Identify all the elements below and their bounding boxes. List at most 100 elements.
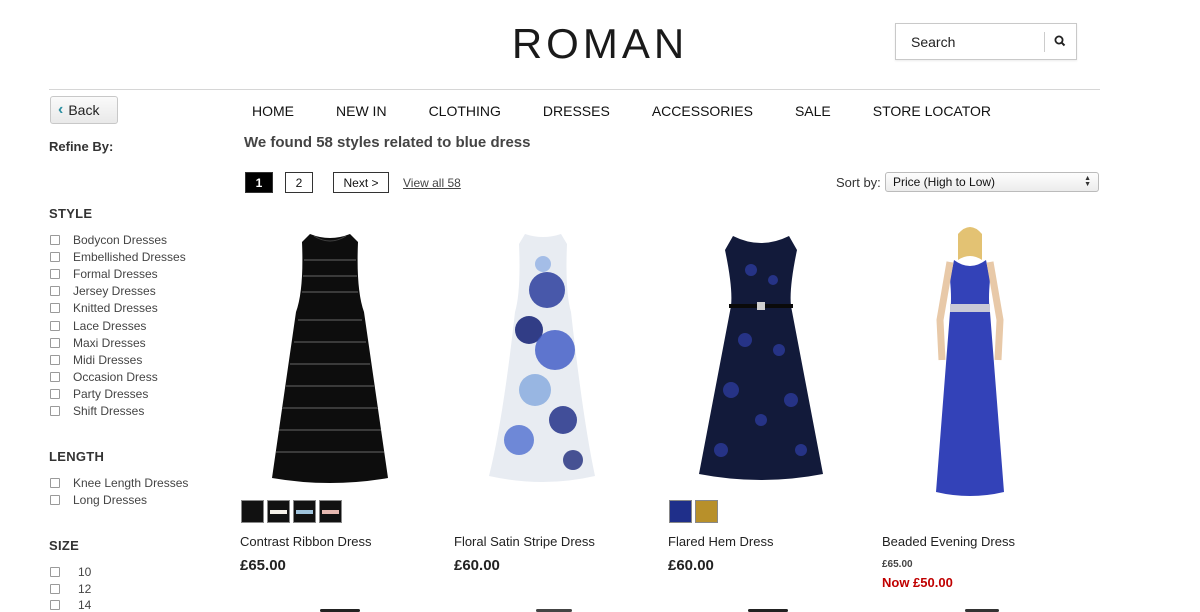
product-image[interactable] — [443, 220, 643, 500]
checkbox[interactable] — [50, 372, 60, 383]
filter-option-label: Occasion Dress — [73, 370, 158, 385]
product-price: £65.00 — [240, 557, 286, 574]
checkbox[interactable] — [50, 567, 60, 578]
checkbox[interactable] — [50, 234, 60, 245]
filter-option[interactable]: Occasion Dress — [50, 369, 186, 386]
filter-option-label: Knitted Dresses — [73, 301, 158, 316]
checkbox[interactable] — [50, 251, 60, 262]
color-swatches — [669, 500, 721, 523]
filter-option[interactable]: Party Dresses — [50, 386, 186, 403]
filter-option[interactable]: Bodycon Dresses — [50, 231, 186, 248]
back-label: Back — [68, 102, 100, 118]
checkbox[interactable] — [50, 583, 60, 594]
filter-style-title: STYLE — [49, 206, 93, 221]
filter-option[interactable]: Formal Dresses — [50, 265, 186, 282]
filter-option[interactable]: Shift Dresses — [50, 403, 186, 420]
product-name[interactable]: Beaded Evening Dress — [882, 534, 1015, 549]
filter-option[interactable]: Maxi Dresses — [50, 334, 186, 351]
product-original-price: £65.00 — [882, 559, 913, 570]
filter-option-label: Long Dresses — [73, 492, 148, 507]
filter-option-label: Embellished Dresses — [73, 249, 186, 264]
filter-option-label: Formal Dresses — [73, 266, 158, 281]
filter-option-label: 10 — [78, 565, 92, 580]
checkbox[interactable] — [50, 389, 60, 400]
nav-accessories[interactable]: ACCESSORIES — [652, 103, 753, 119]
filter-option-label: 12 — [78, 581, 92, 596]
product-price: £60.00 — [668, 557, 714, 574]
swatch-black[interactable] — [241, 500, 264, 523]
product-name[interactable]: Flared Hem Dress — [668, 534, 773, 549]
next-page-button[interactable]: Next > — [333, 172, 389, 193]
swatch-black-blue[interactable] — [293, 500, 316, 523]
checkbox[interactable] — [50, 600, 60, 611]
filter-option[interactable]: 10 — [50, 564, 91, 581]
filter-option[interactable]: 12 — [50, 581, 91, 598]
swatch-gold[interactable] — [695, 500, 718, 523]
chevron-left-icon: ‹ — [58, 101, 64, 118]
filter-option-label: Midi Dresses — [73, 352, 143, 367]
header-divider — [49, 89, 1100, 90]
filter-length-title: LENGTH — [49, 449, 105, 464]
filter-option[interactable]: Jersey Dresses — [50, 283, 186, 300]
search-input[interactable] — [896, 24, 1044, 59]
filter-option[interactable]: Lace Dresses — [50, 317, 186, 334]
main-nav: HOME NEW IN CLOTHING DRESSES ACCESSORIES… — [252, 103, 1033, 119]
sort-select[interactable]: Price (High to Low) ▲ ▼ — [885, 172, 1099, 192]
color-swatches — [241, 500, 345, 523]
filter-size-title: SIZE — [49, 538, 80, 553]
checkbox[interactable] — [50, 494, 60, 505]
checkbox[interactable] — [50, 286, 60, 297]
sort-label: Sort by: — [836, 175, 881, 190]
results-heading: We found 58 styles related to blue dress — [244, 134, 531, 151]
checkbox[interactable] — [50, 406, 60, 417]
product-image[interactable] — [230, 220, 430, 500]
next-row-product-image — [708, 603, 828, 612]
checkbox[interactable] — [50, 337, 60, 348]
filter-length-list: Knee Length Dresses Long Dresses — [50, 474, 188, 508]
filter-size-list: 10 12 14 — [50, 564, 91, 612]
filter-option[interactable]: Midi Dresses — [50, 351, 186, 368]
checkbox[interactable] — [50, 303, 60, 314]
search-button[interactable] — [1046, 24, 1076, 59]
filter-option[interactable]: Embellished Dresses — [50, 248, 186, 265]
back-button[interactable]: ‹ Back — [50, 96, 118, 124]
refine-heading: Refine By: — [49, 139, 114, 154]
nav-home[interactable]: HOME — [252, 103, 294, 119]
filter-option[interactable]: Long Dresses — [50, 491, 188, 508]
nav-sale[interactable]: SALE — [795, 103, 831, 119]
filter-option-label: Knee Length Dresses — [73, 475, 189, 490]
page-2-button[interactable]: 2 — [285, 172, 313, 193]
product-name[interactable]: Floral Satin Stripe Dress — [454, 534, 595, 549]
sort-selected-value: Price (High to Low) — [893, 175, 996, 189]
select-arrows-icon: ▲ ▼ — [1084, 175, 1091, 188]
swatch-navy[interactable] — [669, 500, 692, 523]
product-price: £60.00 — [454, 557, 500, 574]
product-sale-price: Now £50.00 — [882, 575, 953, 590]
product-name[interactable]: Contrast Ribbon Dress — [240, 534, 372, 549]
next-row-product-image — [922, 603, 1042, 612]
nav-new-in[interactable]: NEW IN — [336, 103, 387, 119]
checkbox[interactable] — [50, 268, 60, 279]
filter-option[interactable]: Knitted Dresses — [50, 300, 186, 317]
checkbox[interactable] — [50, 477, 60, 488]
nav-dresses[interactable]: DRESSES — [543, 103, 610, 119]
search-divider — [1044, 32, 1045, 52]
filter-option-label: Shift Dresses — [73, 404, 145, 419]
product-image[interactable] — [661, 220, 861, 500]
search-box — [895, 23, 1077, 60]
filter-option-label: Maxi Dresses — [73, 335, 146, 350]
swatch-black-cream[interactable] — [267, 500, 290, 523]
nav-store-locator[interactable]: STORE LOCATOR — [873, 103, 991, 119]
swatch-black-pink[interactable] — [319, 500, 342, 523]
checkbox[interactable] — [50, 354, 60, 365]
view-all-link[interactable]: View all 58 — [403, 176, 461, 190]
filter-option[interactable]: Knee Length Dresses — [50, 474, 188, 491]
checkbox[interactable] — [50, 320, 60, 331]
filter-style-list: Bodycon Dresses Embellished Dresses Form… — [50, 231, 186, 420]
product-image[interactable] — [870, 220, 1070, 500]
page-1-button[interactable]: 1 — [245, 172, 273, 193]
filter-option[interactable]: 14 — [50, 597, 91, 612]
filter-option-label: Party Dresses — [73, 387, 149, 402]
filter-option-label: Lace Dresses — [73, 318, 147, 333]
nav-clothing[interactable]: CLOTHING — [429, 103, 501, 119]
